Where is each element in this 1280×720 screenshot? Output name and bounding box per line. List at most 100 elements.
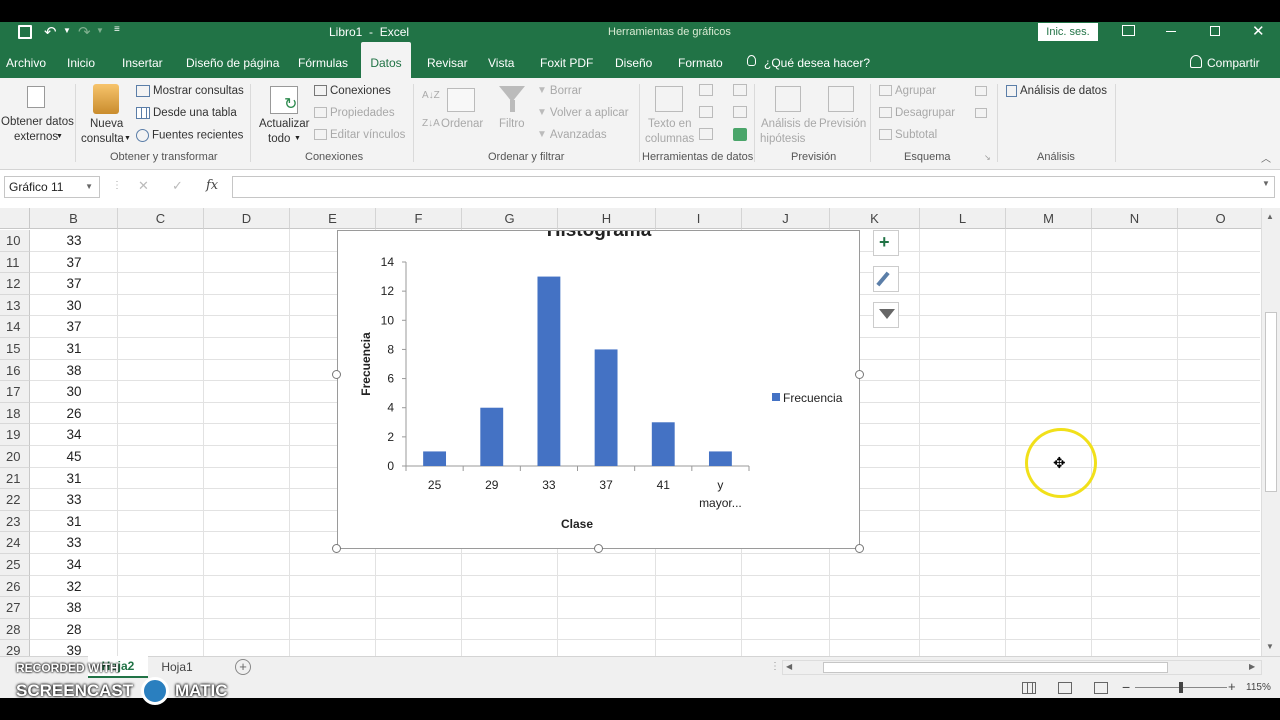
cell-b[interactable]: 31	[30, 468, 118, 490]
new-sheet-icon[interactable]: +	[235, 659, 251, 675]
resize-handle[interactable]	[855, 370, 864, 379]
zoom-out-icon[interactable]: −	[1122, 679, 1130, 695]
select-all-corner[interactable]	[0, 208, 30, 229]
chart-elements-button[interactable]: +	[873, 230, 899, 256]
whatif-button[interactable]: Análisis de	[761, 118, 817, 130]
data-validation-icon[interactable]	[699, 128, 713, 140]
cell-b[interactable]: 37	[30, 252, 118, 274]
column-header-g[interactable]: G	[462, 208, 558, 229]
sort-az-icon[interactable]: A↓Z	[422, 90, 440, 101]
column-header-n[interactable]: N	[1092, 208, 1178, 229]
get-external-data-label-2[interactable]: externos	[14, 131, 58, 143]
row-header[interactable]: 18	[0, 402, 30, 425]
hide-detail-icon[interactable]	[975, 108, 987, 118]
advanced-button[interactable]: ▼ Avanzadas	[537, 129, 607, 141]
sort-button[interactable]: Ordenar	[441, 118, 483, 130]
enter-icon[interactable]: ✓	[172, 178, 183, 194]
row-header[interactable]: 12	[0, 273, 30, 295]
collapse-ribbon-icon[interactable]: ︿	[1261, 150, 1271, 165]
cell-b[interactable]: 33	[30, 230, 118, 252]
group-button[interactable]: Agrupar	[879, 85, 936, 97]
row-header[interactable]: 16	[0, 359, 30, 382]
relationships-icon[interactable]	[733, 106, 747, 118]
horizontal-scroll-thumb[interactable]	[823, 662, 1168, 673]
remove-duplicates-icon[interactable]	[699, 106, 713, 118]
show-detail-icon[interactable]	[975, 86, 987, 96]
refresh-all-button[interactable]: Actualizar	[259, 118, 310, 130]
column-header-m[interactable]: M	[1006, 208, 1092, 229]
cell-b[interactable]: 34	[30, 424, 118, 446]
resize-handle[interactable]	[855, 544, 864, 553]
cell-b[interactable]: 31	[30, 511, 118, 533]
tab-revisar[interactable]: Revisar	[427, 42, 468, 78]
tab-diseno-pagina[interactable]: Diseño de página	[186, 42, 279, 78]
row-header[interactable]: 19	[0, 424, 30, 446]
tab-datos[interactable]: Datos	[361, 42, 411, 78]
cell-b[interactable]: 37	[30, 316, 118, 338]
data-analysis-button[interactable]: Análisis de datos	[1006, 85, 1107, 97]
tell-me-input[interactable]: ¿Qué desea hacer?	[764, 42, 870, 78]
consolidate-icon[interactable]	[733, 84, 747, 96]
formula-input[interactable]	[232, 176, 1275, 198]
zoom-slider-thumb[interactable]	[1179, 682, 1183, 693]
scroll-up-icon[interactable]: ▲	[1266, 212, 1274, 221]
row-header[interactable]: 23	[0, 510, 30, 533]
zoom-in-icon[interactable]: +	[1228, 679, 1236, 694]
page-layout-icon[interactable]	[1058, 682, 1072, 694]
scroll-down-icon[interactable]: ▼	[1266, 642, 1274, 651]
close-icon[interactable]: ✕	[1252, 22, 1265, 40]
column-header-i[interactable]: I	[656, 208, 742, 229]
whatif-label-2[interactable]: hipótesis	[760, 133, 805, 145]
row-header[interactable]: 27	[0, 597, 30, 619]
cell-b[interactable]: 32	[30, 576, 118, 598]
sort-za-icon[interactable]: Z↓A	[422, 118, 440, 129]
row-header[interactable]: 17	[0, 381, 30, 403]
column-header-d[interactable]: D	[204, 208, 290, 229]
sheet-tab-hoja1[interactable]: Hoja1	[150, 657, 204, 678]
row-header[interactable]: 26	[0, 575, 30, 598]
row-header[interactable]: 25	[0, 554, 30, 576]
cell-b[interactable]: 28	[30, 619, 118, 641]
cell-b[interactable]: 37	[30, 273, 118, 295]
row-header[interactable]: 22	[0, 489, 30, 511]
cell-b[interactable]: 34	[30, 554, 118, 576]
cancel-icon[interactable]: ✕	[138, 178, 149, 194]
tab-formulas[interactable]: Fórmulas	[298, 42, 348, 78]
ungroup-button[interactable]: Desagrupar	[879, 107, 955, 119]
minimize-icon[interactable]	[1166, 31, 1176, 32]
zoom-level[interactable]: 115%	[1246, 682, 1271, 693]
restore-icon[interactable]	[1210, 26, 1220, 36]
new-query-button[interactable]: Nueva	[90, 118, 123, 130]
tab-archivo[interactable]: Archivo	[6, 42, 46, 78]
show-queries-button[interactable]: Mostrar consultas	[136, 85, 244, 97]
cell-b[interactable]: 31	[30, 338, 118, 360]
column-header-f[interactable]: F	[376, 208, 462, 229]
share-button[interactable]: Compartir	[1207, 42, 1260, 78]
redo-dropdown-icon[interactable]: ▼	[96, 26, 104, 35]
row-header[interactable]: 20	[0, 446, 30, 468]
subtotal-button[interactable]: Subtotal	[879, 129, 937, 141]
column-header-b[interactable]: B	[30, 208, 118, 229]
chevron-down-icon[interactable]: ▼	[85, 177, 93, 197]
resize-handle[interactable]	[332, 370, 341, 379]
flash-fill-icon[interactable]	[699, 84, 713, 96]
data-model-icon[interactable]	[733, 128, 747, 141]
tab-diseno[interactable]: Diseño	[615, 42, 652, 78]
tabs-splitter-icon[interactable]: ⋮	[770, 661, 780, 672]
scroll-left-icon[interactable]: ◀	[786, 662, 792, 671]
text-to-columns-label-2[interactable]: columnas	[645, 133, 694, 145]
insert-function-icon[interactable]: fx	[206, 178, 218, 193]
from-table-button[interactable]: Desde una tabla	[136, 107, 237, 119]
undo-icon[interactable]: ↶	[44, 23, 57, 41]
expand-formula-icon[interactable]: ▼	[1262, 179, 1270, 188]
resize-handle[interactable]	[594, 544, 603, 553]
histogram-chart[interactable]: Histograma 0 2 4 6 8 10 12 14 25 29 33 37 41 ymayor...…	[337, 220, 860, 549]
save-icon[interactable]	[18, 25, 32, 39]
cell-b[interactable]: 38	[30, 597, 118, 619]
resize-handle[interactable]	[332, 544, 341, 553]
cell-b[interactable]: 39	[30, 640, 118, 656]
refresh-all-label-2[interactable]: todo	[268, 133, 290, 145]
column-header-j[interactable]: J	[742, 208, 830, 229]
horizontal-scrollbar[interactable]: ◀ ▶	[782, 660, 1262, 675]
column-header-c[interactable]: C	[118, 208, 204, 229]
